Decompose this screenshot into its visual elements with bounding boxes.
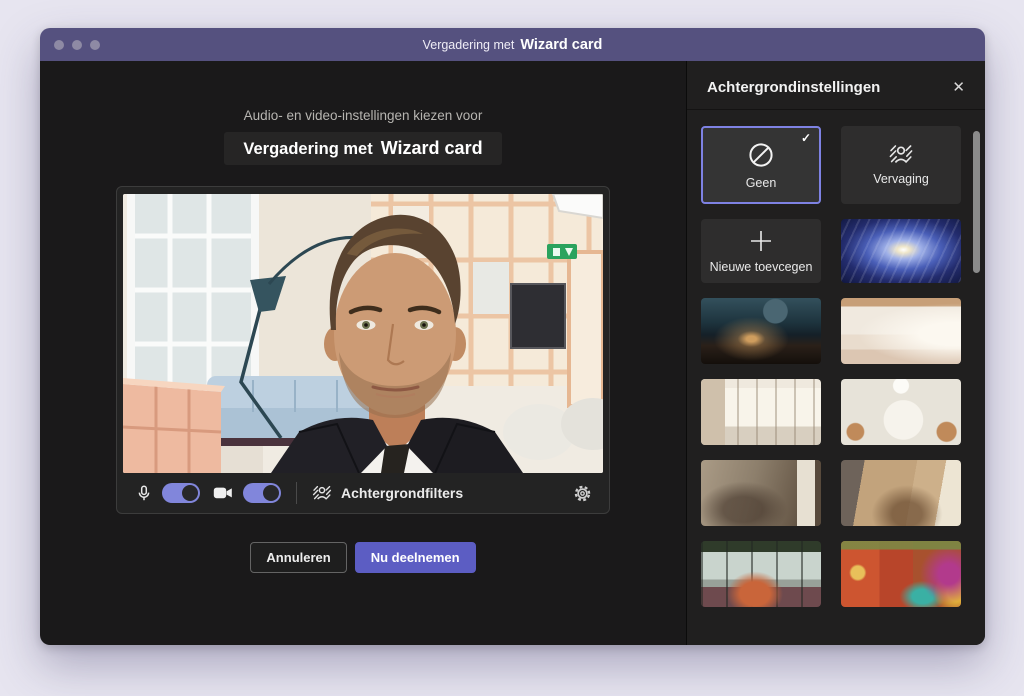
tile-label: Nieuwe toevcegen [710, 260, 813, 274]
add-new-background-button[interactable]: Nieuwe toevcegen [701, 219, 821, 283]
background-thumbnail-conservatory[interactable] [701, 541, 821, 607]
background-option-none[interactable]: ✓ Geen [701, 126, 821, 204]
meeting-heading-prefix: Vergadering met [243, 140, 372, 159]
camera-preview-card: Achtergrondfilters [116, 186, 610, 514]
meeting-join-window: Vergadering met Wizard card Audio- en vi… [40, 28, 985, 645]
blur-person-icon [888, 144, 914, 165]
camera-toggle[interactable] [243, 483, 281, 503]
background-effects-icon [312, 485, 332, 501]
microphone-toggle[interactable] [162, 483, 200, 503]
background-thumbnail-alien-planet[interactable] [701, 298, 821, 364]
panel-title: Achtergrondinstellingen [707, 79, 880, 96]
meeting-heading: Vergadering met Wizard card [224, 132, 501, 165]
background-option-blur[interactable]: Vervaging [841, 126, 961, 204]
panel-scrollbar[interactable] [973, 131, 980, 273]
controls-divider [296, 482, 297, 504]
tile-label: Vervaging [873, 172, 929, 186]
prejoin-main-area: Audio- en video-instellingen kiezen voor… [40, 61, 686, 645]
camera-icon [213, 486, 233, 500]
panel-header: Achtergrondinstellingen ✕ [687, 61, 985, 110]
background-filters-label[interactable]: Achtergrondfilters [341, 485, 463, 501]
background-thumbnail-hyperspace[interactable] [841, 219, 961, 283]
microphone-icon [136, 485, 152, 502]
background-thumbnail-warm-dining-room[interactable] [841, 460, 961, 526]
background-thumbnail-beige-room[interactable] [841, 298, 961, 364]
window-title-name: Wizard card [520, 37, 602, 53]
plus-icon [749, 229, 773, 253]
window-close-button[interactable] [54, 40, 64, 50]
prejoin-actions: Annuleren Nu deelnemen [250, 542, 475, 573]
window-title-prefix: Vergadering met [423, 38, 515, 52]
join-now-button[interactable]: Nu deelnemen [355, 542, 476, 573]
warm-dining-room-image [841, 460, 961, 526]
camera-toggle-knob [263, 485, 279, 501]
background-thumbnail-bright-office[interactable] [701, 379, 821, 445]
bright-office-lounge-image [701, 379, 821, 445]
prejoin-subtitle: Audio- en video-instellingen kiezen voor [244, 108, 483, 123]
red-artistic-room-image [841, 541, 961, 607]
window-minimize-button[interactable] [72, 40, 82, 50]
cancel-button[interactable]: Annuleren [250, 542, 346, 573]
glass-conservatory-image [701, 541, 821, 607]
background-thumbnail-warm-living-room[interactable] [701, 460, 821, 526]
window-title: Vergadering met Wizard card [423, 37, 603, 53]
camera-preview-scene [123, 194, 603, 473]
microphone-toggle-knob [182, 485, 198, 501]
beige-minimal-room-image [841, 298, 961, 364]
background-thumbnail-red-room[interactable] [841, 541, 961, 607]
warm-living-room-image [701, 460, 821, 526]
close-panel-icon[interactable]: ✕ [948, 78, 969, 96]
settings-gear-icon[interactable] [573, 484, 592, 503]
device-controls-bar: Achtergrondfilters [117, 473, 609, 513]
white-arched-hall-image [841, 379, 961, 445]
hyperspace-spaceship-image [841, 219, 961, 283]
none-slash-icon [747, 141, 775, 169]
window-controls [54, 28, 100, 61]
check-icon: ✓ [801, 131, 811, 145]
meeting-heading-name: Wizard card [381, 138, 483, 159]
background-options-grid: ✓ Geen [687, 110, 985, 617]
tile-label: Geen [746, 176, 777, 190]
background-thumbnail-arched-hall[interactable] [841, 379, 961, 445]
camera-preview-video [123, 194, 603, 473]
alien-planet-image [701, 298, 821, 364]
background-settings-panel: Achtergrondinstellingen ✕ ✓ Geen [686, 61, 985, 645]
titlebar: Vergadering met Wizard card [40, 28, 985, 61]
window-zoom-button[interactable] [90, 40, 100, 50]
